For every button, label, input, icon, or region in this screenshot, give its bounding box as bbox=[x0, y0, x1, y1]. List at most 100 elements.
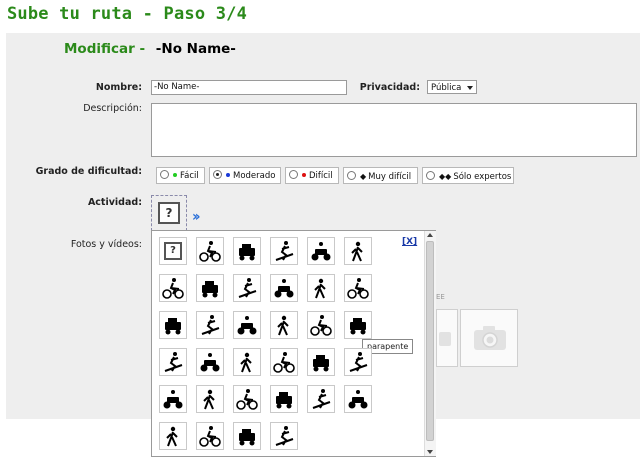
radio-icon[interactable] bbox=[289, 170, 298, 179]
caving-icon[interactable] bbox=[307, 348, 335, 376]
green-dot-icon bbox=[173, 173, 177, 177]
activity-label: Actividad: bbox=[87, 197, 142, 208]
cycling-icon[interactable] bbox=[344, 348, 372, 376]
sailing-icon-glyph bbox=[202, 281, 218, 298]
difficulty-option-moderate[interactable]: Moderado bbox=[209, 167, 281, 184]
red-dot-icon bbox=[302, 173, 306, 177]
activity-selector[interactable]: ? bbox=[151, 195, 187, 231]
snowmobile-icon[interactable] bbox=[270, 274, 298, 302]
train-icon[interactable] bbox=[196, 422, 224, 450]
camera-icon bbox=[474, 326, 506, 350]
sailing-icon[interactable] bbox=[196, 274, 224, 302]
mountain-biking-icon[interactable] bbox=[233, 237, 261, 265]
horse-riding-icon[interactable] bbox=[270, 348, 298, 376]
dog-sledding-icon-glyph bbox=[236, 389, 258, 410]
quad-icon-glyph bbox=[351, 241, 363, 262]
difficulty-option-experts[interactable]: ◆◆ Sólo expertos bbox=[422, 167, 514, 184]
question-mark-icon: ? bbox=[158, 202, 180, 224]
skating-icon-glyph bbox=[237, 316, 257, 335]
hot-air-balloon-icon[interactable] bbox=[196, 311, 224, 339]
train-icon-glyph bbox=[199, 426, 221, 447]
unknown-activity-icon[interactable]: ? bbox=[159, 237, 187, 265]
caving-icon-glyph bbox=[313, 355, 329, 372]
mountaineering-icon-glyph bbox=[276, 392, 292, 409]
running-icon-glyph bbox=[314, 278, 326, 299]
difficulty-option-label: Sólo expertos bbox=[453, 172, 512, 182]
difficulty-option-hard[interactable]: Difícil bbox=[285, 167, 339, 184]
snowboard-icon[interactable] bbox=[270, 311, 298, 339]
motocross-icon[interactable] bbox=[159, 274, 187, 302]
rollerblading-icon[interactable] bbox=[159, 385, 187, 413]
bike-touring-icon[interactable] bbox=[270, 422, 298, 450]
chevron-down-icon bbox=[467, 86, 473, 90]
difficulty-option-label: Difícil bbox=[309, 171, 333, 181]
arrow-down-icon[interactable] bbox=[427, 450, 433, 454]
paragliding-icon[interactable] bbox=[344, 311, 372, 339]
cycling-icon-glyph bbox=[349, 352, 368, 372]
ice-climbing-icon-glyph bbox=[312, 389, 331, 409]
orienteering-icon[interactable] bbox=[159, 348, 187, 376]
mountaineering-icon[interactable] bbox=[270, 385, 298, 413]
blue-dot-icon bbox=[226, 173, 230, 177]
mountain-biking-icon-glyph bbox=[239, 244, 255, 261]
hiking-icon[interactable] bbox=[196, 237, 224, 265]
wheelchair-icon[interactable] bbox=[159, 422, 187, 450]
tree-climbing-icon[interactable] bbox=[233, 422, 261, 450]
ice-climbing-icon[interactable] bbox=[307, 385, 335, 413]
e-bike-icon[interactable] bbox=[196, 385, 224, 413]
photo-placeholder[interactable] bbox=[460, 309, 518, 367]
quad-icon[interactable] bbox=[344, 237, 372, 265]
name-input[interactable]: -No Name- bbox=[151, 80, 347, 95]
family-walk-icon[interactable] bbox=[344, 385, 372, 413]
kayak-icon[interactable] bbox=[233, 274, 261, 302]
skiing-icon[interactable] bbox=[307, 237, 335, 265]
motocross-icon-glyph bbox=[162, 278, 184, 299]
tree-climbing-icon-glyph bbox=[239, 429, 255, 446]
canyoning-icon[interactable] bbox=[196, 348, 224, 376]
photo-placeholder[interactable] bbox=[436, 309, 458, 367]
route-name: -No Name- bbox=[155, 41, 236, 57]
radio-icon[interactable] bbox=[160, 170, 169, 179]
modify-label: Modificar - bbox=[64, 41, 146, 57]
climbing-icon[interactable] bbox=[344, 274, 372, 302]
horse-riding-icon-glyph bbox=[273, 352, 295, 373]
snowboard-icon-glyph bbox=[277, 315, 289, 336]
media-label: Fotos y vídeos: bbox=[70, 239, 142, 250]
paragliding-icon-glyph bbox=[350, 318, 366, 335]
skating-icon[interactable] bbox=[233, 311, 261, 339]
privacy-label: Privacidad: bbox=[359, 82, 420, 93]
close-picker-link[interactable]: [X] bbox=[402, 237, 417, 247]
difficulty-option-easy[interactable]: Fácil bbox=[156, 167, 205, 184]
difficulty-option-label: Fácil bbox=[180, 171, 199, 181]
camera-icon bbox=[439, 332, 451, 346]
double-black-diamond-icon: ◆◆ bbox=[439, 172, 452, 181]
4x4-icon-glyph bbox=[275, 241, 294, 261]
diving-icon-glyph bbox=[310, 315, 332, 336]
arrow-up-icon[interactable] bbox=[427, 233, 433, 237]
diving-icon[interactable] bbox=[307, 311, 335, 339]
double-chevron-right-icon[interactable]: ›› bbox=[192, 209, 200, 225]
black-diamond-icon: ◆ bbox=[360, 172, 367, 181]
difficulty-option-label: Muy difícil bbox=[368, 172, 412, 182]
running-icon[interactable] bbox=[307, 274, 335, 302]
rollerblading-icon-glyph bbox=[163, 390, 183, 409]
hang-gliding-icon[interactable] bbox=[159, 311, 187, 339]
privacy-select[interactable]: Pública bbox=[427, 80, 477, 94]
radio-selected-icon[interactable] bbox=[213, 170, 222, 179]
difficulty-option-very-hard[interactable]: ◆ Muy difícil bbox=[343, 167, 418, 184]
hiking-icon-glyph bbox=[199, 241, 221, 262]
family-walk-icon-glyph bbox=[348, 390, 368, 409]
picker-scrollbar[interactable] bbox=[424, 231, 436, 456]
scroll-thumb[interactable] bbox=[426, 241, 434, 441]
kayak-icon-glyph bbox=[238, 278, 257, 298]
radio-icon[interactable] bbox=[347, 171, 356, 180]
radio-icon[interactable] bbox=[426, 171, 435, 180]
description-textarea[interactable] bbox=[151, 103, 637, 157]
wheelchair-icon-glyph bbox=[166, 426, 178, 447]
hot-air-balloon-icon-glyph bbox=[201, 315, 220, 335]
privacy-value: Pública bbox=[431, 83, 462, 93]
boat-icon[interactable] bbox=[233, 348, 261, 376]
canyoning-icon-glyph bbox=[200, 353, 220, 372]
dog-sledding-icon[interactable] bbox=[233, 385, 261, 413]
4x4-icon[interactable] bbox=[270, 237, 298, 265]
